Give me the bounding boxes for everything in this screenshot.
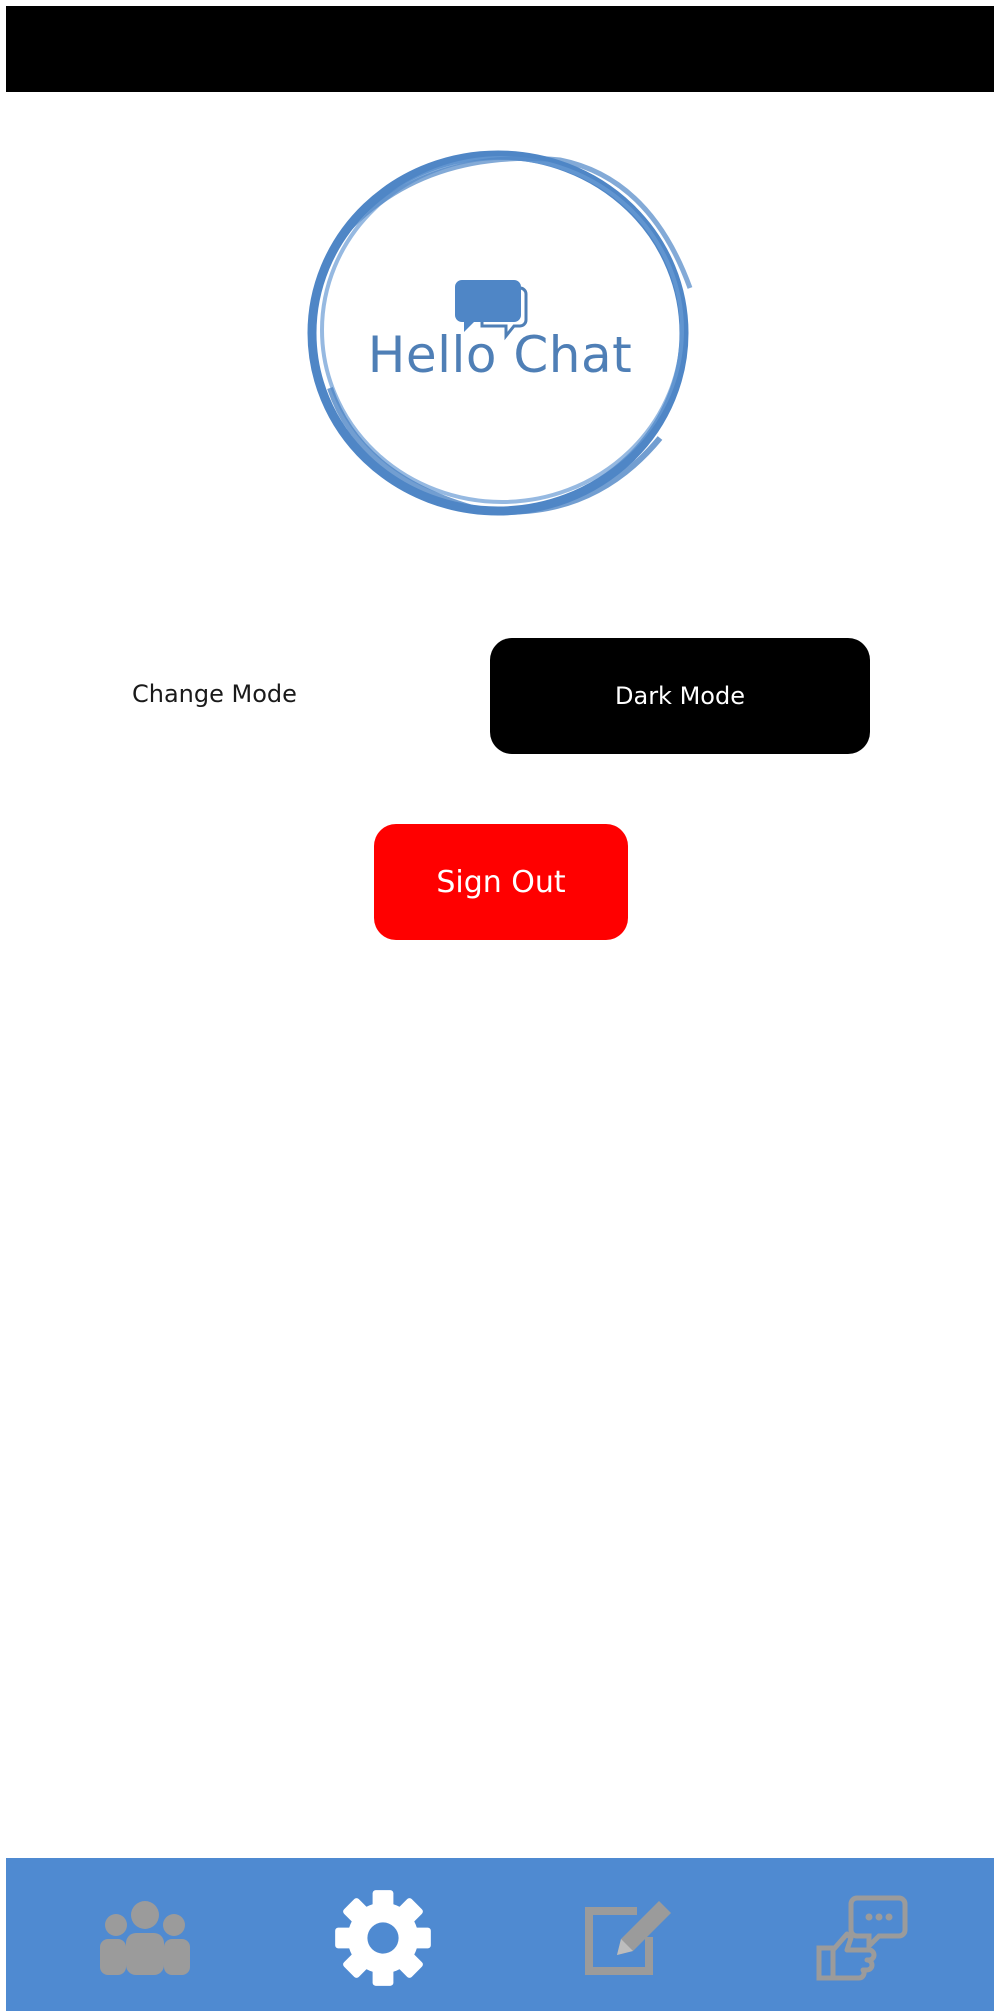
change-mode-label: Change Mode <box>132 680 297 708</box>
nav-item-feedback[interactable] <box>806 1888 916 1988</box>
nav-item-people[interactable] <box>90 1888 200 1988</box>
dark-mode-button[interactable]: Dark Mode <box>490 638 870 754</box>
feedback-icon <box>816 1895 908 1981</box>
gear-icon <box>335 1890 431 1986</box>
sign-out-button[interactable]: Sign Out <box>374 824 628 940</box>
app-logo: Hello Chat <box>290 138 710 528</box>
settings-screen: Hello Chat Change Mode Dark Mode Sign Ou… <box>0 0 994 2011</box>
people-icon <box>100 1901 190 1975</box>
bottom-nav <box>6 1858 994 2011</box>
logo-title: Hello Chat <box>367 326 633 384</box>
nav-item-settings[interactable] <box>328 1888 438 1988</box>
edit-icon <box>585 1901 671 1975</box>
status-bar <box>6 6 994 92</box>
nav-item-edit[interactable] <box>570 1888 680 1988</box>
